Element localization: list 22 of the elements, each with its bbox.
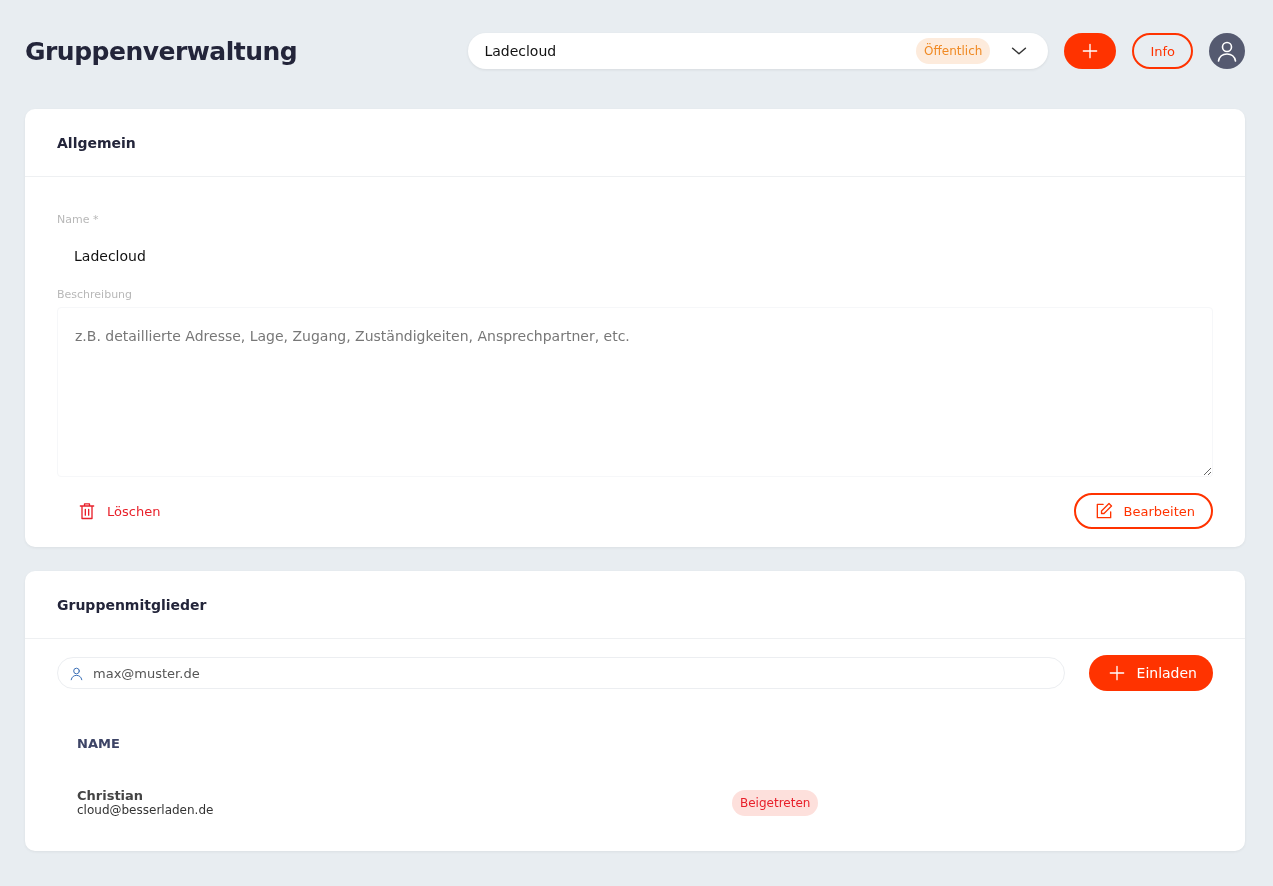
avatar-icon[interactable] xyxy=(1209,33,1245,69)
add-button[interactable] xyxy=(1064,33,1117,69)
field-label: Name * xyxy=(57,213,100,226)
description-field[interactable]: z.B. detaillierte Adresse, Lage, Zugang, Zuständigkeiten, Ansprechpartner, etc. xyxy=(57,307,1213,477)
group-select[interactable]: Ladecloud Öffentlich xyxy=(468,33,1049,69)
user-silhouette-icon xyxy=(1215,39,1239,63)
column-header: NAME xyxy=(77,736,120,751)
status-badge: Beigetreten xyxy=(732,789,819,816)
info-button[interactable]: Info xyxy=(1132,33,1193,69)
edit-button[interactable]: Bearbeiten xyxy=(1073,493,1213,529)
member-email: cloud@besserladen.de xyxy=(77,803,215,817)
visibility-badge: Öffentlich xyxy=(916,38,991,64)
section-title: Allgemein xyxy=(57,134,136,151)
delete-button[interactable]: Löschen xyxy=(57,501,161,521)
trash-icon xyxy=(77,501,97,521)
page-title: Gruppenverwaltung xyxy=(25,36,298,66)
invite-button[interactable]: Einladen xyxy=(1088,655,1213,691)
field-label: Beschreibung xyxy=(57,288,134,301)
section-title: Gruppenmitglieder xyxy=(57,596,207,613)
member-name: Christian xyxy=(77,788,145,803)
email-field[interactable]: max@muster.de xyxy=(57,657,1065,689)
user-icon xyxy=(69,666,84,681)
